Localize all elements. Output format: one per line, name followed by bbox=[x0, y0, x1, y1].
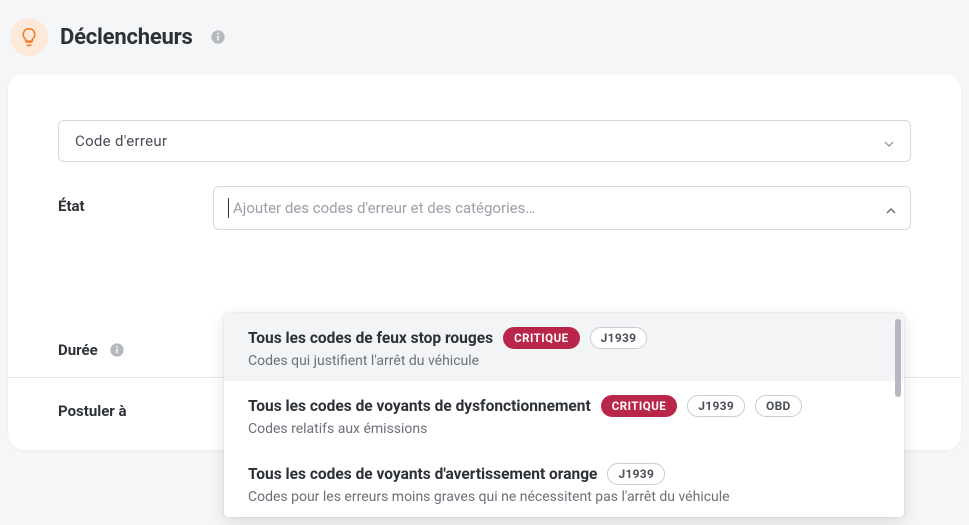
badge-protocol: OBD bbox=[755, 395, 802, 417]
postuler-label: Postuler à bbox=[58, 402, 193, 420]
triggers-panel: Code d'erreur État Ajouter des codes d'e… bbox=[8, 74, 961, 450]
dropdown-option[interactable]: Tous les codes de voyants de dysfonction… bbox=[224, 381, 904, 449]
dropdown-option-title: Tous les codes de voyants d'avertissemen… bbox=[248, 465, 597, 483]
dropdown-option-desc: Codes relatifs aux émissions bbox=[248, 421, 880, 437]
etat-placeholder: Ajouter des codes d'erreur et des catégo… bbox=[233, 199, 886, 217]
dropdown-option[interactable]: Tous les codes de feux stop rouges CRITI… bbox=[224, 313, 904, 381]
page-header: Déclencheurs bbox=[0, 0, 969, 74]
chevron-up-icon bbox=[886, 199, 896, 218]
etat-label: État bbox=[58, 186, 193, 215]
dropdown-option-desc: Codes qui justifient l'arrêt du véhicule bbox=[248, 353, 880, 369]
info-icon[interactable] bbox=[108, 341, 126, 359]
dropdown-option-desc: Codes pour les erreurs moins graves qui … bbox=[248, 489, 880, 505]
chevron-down-icon bbox=[884, 132, 894, 151]
scrollbar-thumb[interactable] bbox=[895, 319, 901, 397]
trigger-type-select[interactable]: Code d'erreur bbox=[58, 120, 911, 162]
info-icon[interactable] bbox=[209, 28, 227, 46]
dropdown-option[interactable]: Tous les codes de voyants d'avertissemen… bbox=[224, 449, 904, 517]
dropdown-option-title: Tous les codes de feux stop rouges bbox=[248, 329, 493, 347]
dropdown-option-title: Tous les codes de voyants de dysfonction… bbox=[248, 397, 591, 415]
etat-dropdown: Tous les codes de feux stop rouges CRITI… bbox=[224, 313, 904, 517]
badge-critical: CRITIQUE bbox=[503, 327, 580, 349]
trigger-type-value: Code d'erreur bbox=[75, 132, 167, 150]
duree-label-text: Durée bbox=[58, 341, 98, 359]
page-title: Déclencheurs bbox=[60, 25, 193, 50]
etat-field-row: État Ajouter des codes d'erreur et des c… bbox=[58, 186, 911, 230]
badge-protocol: J1939 bbox=[607, 463, 665, 485]
text-cursor bbox=[228, 198, 229, 218]
etat-input[interactable]: Ajouter des codes d'erreur et des catégo… bbox=[213, 186, 911, 230]
duree-label: Durée bbox=[58, 330, 193, 359]
lightbulb-icon bbox=[10, 18, 48, 56]
badge-protocol: J1939 bbox=[687, 395, 745, 417]
badge-critical: CRITIQUE bbox=[601, 395, 678, 417]
badge-protocol: J1939 bbox=[590, 327, 648, 349]
